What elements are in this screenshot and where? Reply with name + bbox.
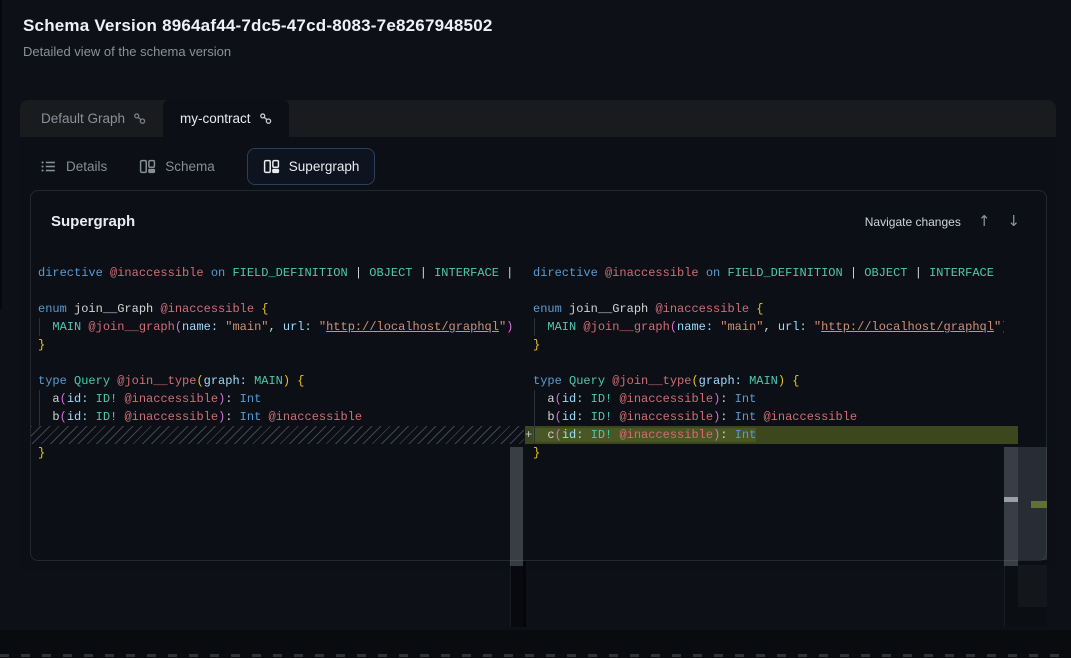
- view-subtabs: Details Schema: [20, 137, 375, 195]
- overview-ruler-change-marker: [1004, 497, 1018, 502]
- subtab-label: Supergraph: [289, 159, 360, 174]
- code-line: MAIN @join__graph(name: "main", url: "ht…: [525, 318, 1004, 336]
- columns-icon: [139, 158, 156, 175]
- code-line: }: [525, 444, 1004, 462]
- code-line: directive @inaccessible on FIELD_DEFINIT…: [525, 264, 1004, 282]
- minimap-added-marker: [1031, 501, 1047, 508]
- code-line: a(id: ID! @inaccessible): Int: [30, 390, 524, 408]
- code-line: enum join__Graph @inaccessible {: [525, 300, 1004, 318]
- code-line: }: [30, 336, 524, 354]
- code-line: }: [525, 336, 1004, 354]
- code-line: b(id: ID! @inaccessible): Int @inaccessi…: [30, 408, 524, 426]
- tab-label: Default Graph: [41, 111, 125, 126]
- columns-icon: [263, 158, 280, 175]
- graph-nodes-icon: [133, 112, 146, 125]
- page-title: Schema Version 8964af44-7dc5-47cd-8083-7…: [23, 16, 493, 36]
- navigate-changes-label: Navigate changes: [865, 215, 961, 229]
- code-line: enum join__Graph @inaccessible {: [30, 300, 524, 318]
- subtab-label: Details: [66, 159, 107, 174]
- navigate-previous-button[interactable]: ↑: [978, 214, 991, 229]
- editor-overflow-column: [511, 561, 523, 627]
- tab-default-graph[interactable]: Default Graph: [24, 100, 163, 137]
- diff-plus-marker: +: [525, 426, 532, 444]
- code-line: [525, 282, 1004, 300]
- code-line: type Query @join__type(graph: MAIN) {: [525, 372, 1004, 390]
- graph-tabstrip: Default Graph my-contract: [20, 100, 1056, 137]
- right-scrollbar-thumb[interactable]: [1004, 447, 1018, 566]
- graph-nodes-icon: [259, 112, 272, 125]
- diff-sash[interactable]: [0, 0, 2, 309]
- page-subtitle: Detailed view of the schema version: [23, 44, 493, 59]
- arrow-up-icon: ↑: [978, 212, 991, 230]
- diff-added-line-extension: [1004, 426, 1018, 444]
- editor-overflow-shadow: [523, 561, 526, 627]
- tab-label: my-contract: [180, 111, 251, 126]
- arrow-down-icon: ↓: [1007, 212, 1020, 230]
- code-line: MAIN @join__graph(name: "main", url: "ht…: [30, 318, 524, 336]
- list-icon: [40, 158, 57, 175]
- bottom-dashed-edge: [0, 654, 1071, 657]
- code-line: [30, 354, 524, 372]
- panel-title: Supergraph: [51, 213, 135, 230]
- panel-header: Supergraph Navigate changes ↑ ↓: [31, 191, 1046, 230]
- page-header: Schema Version 8964af44-7dc5-47cd-8083-7…: [23, 16, 493, 59]
- diff-modified-pane[interactable]: directive @inaccessible on FIELD_DEFINIT…: [525, 252, 1004, 561]
- code-line: type Query @join__type(graph: MAIN) {: [30, 372, 524, 390]
- subtab-supergraph[interactable]: Supergraph: [247, 148, 376, 185]
- code-line: b(id: ID! @inaccessible): Int @inaccessi…: [525, 408, 1004, 426]
- code-line: }: [30, 444, 524, 462]
- code-line: a(id: ID! @inaccessible): Int: [525, 390, 1004, 408]
- code-line: [30, 282, 524, 300]
- navigate-changes: Navigate changes ↑ ↓: [865, 214, 1020, 229]
- diff-added-line: + c(id: ID! @inaccessible): Int: [525, 426, 1004, 444]
- schema-version-page: Schema Version 8964af44-7dc5-47cd-8083-7…: [0, 0, 1071, 658]
- navigate-next-button[interactable]: ↓: [1007, 214, 1020, 229]
- diff-original-pane[interactable]: directive @inaccessible on FIELD_DEFINIT…: [30, 252, 524, 561]
- subtab-schema[interactable]: Schema: [139, 158, 215, 175]
- minimap-overflow: [1018, 565, 1047, 607]
- diff-placeholder-line: [31, 426, 524, 444]
- code-line: [525, 354, 1004, 372]
- subtab-label: Schema: [165, 159, 215, 174]
- code-line: directive @inaccessible on FIELD_DEFINIT…: [30, 264, 524, 282]
- tab-my-contract[interactable]: my-contract: [163, 100, 289, 137]
- subtab-details[interactable]: Details: [40, 158, 107, 175]
- left-scrollbar-thumb[interactable]: [510, 447, 523, 566]
